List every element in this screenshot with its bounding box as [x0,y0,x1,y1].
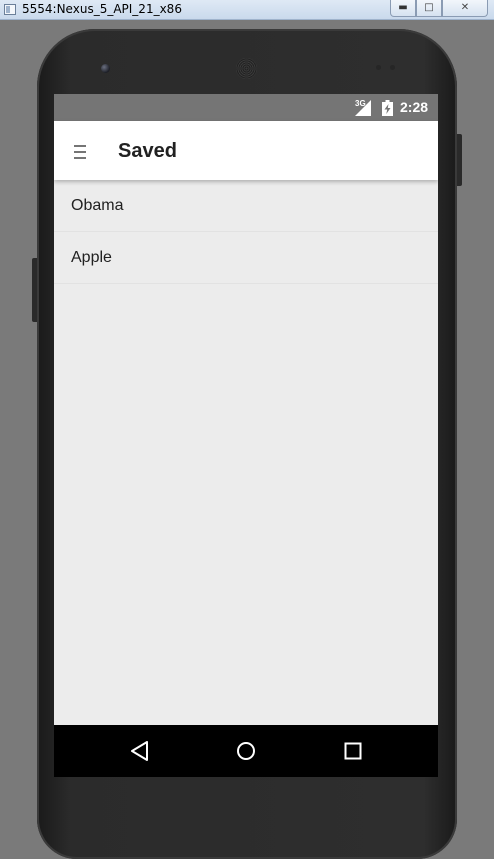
back-icon[interactable] [130,741,150,761]
device-screen: 3G 2:28 Saved Obama Apple [54,94,438,777]
battery-icon [382,100,393,116]
network-type: 3G [355,99,366,108]
status-bar: 3G 2:28 [54,94,438,121]
list-item-label: Apple [71,249,112,266]
navigation-bar [54,725,438,777]
app-toolbar: Saved [54,121,438,180]
minimize-button[interactable]: ▬ [390,0,416,17]
proximity-sensors [376,65,398,71]
recents-icon[interactable] [344,742,362,760]
home-icon[interactable] [236,741,256,761]
status-clock: 2:28 [400,99,429,115]
maximize-button[interactable]: □ [416,0,442,17]
saved-list: Obama Apple [54,180,438,284]
emulator-window-titlebar: 5554:Nexus_5_API_21_x86 ▬ □ ✕ [0,0,494,20]
front-camera [101,64,110,73]
earpiece-speaker [236,58,257,79]
list-item[interactable]: Obama [54,180,438,232]
menu-icon[interactable] [74,145,86,159]
emulator-app-icon [4,4,16,15]
page-title: Saved [118,140,177,162]
close-button[interactable]: ✕ [442,0,488,17]
window-title: 5554:Nexus_5_API_21_x86 [22,2,182,16]
list-item-label: Obama [71,197,124,214]
list-item[interactable]: Apple [54,232,438,284]
